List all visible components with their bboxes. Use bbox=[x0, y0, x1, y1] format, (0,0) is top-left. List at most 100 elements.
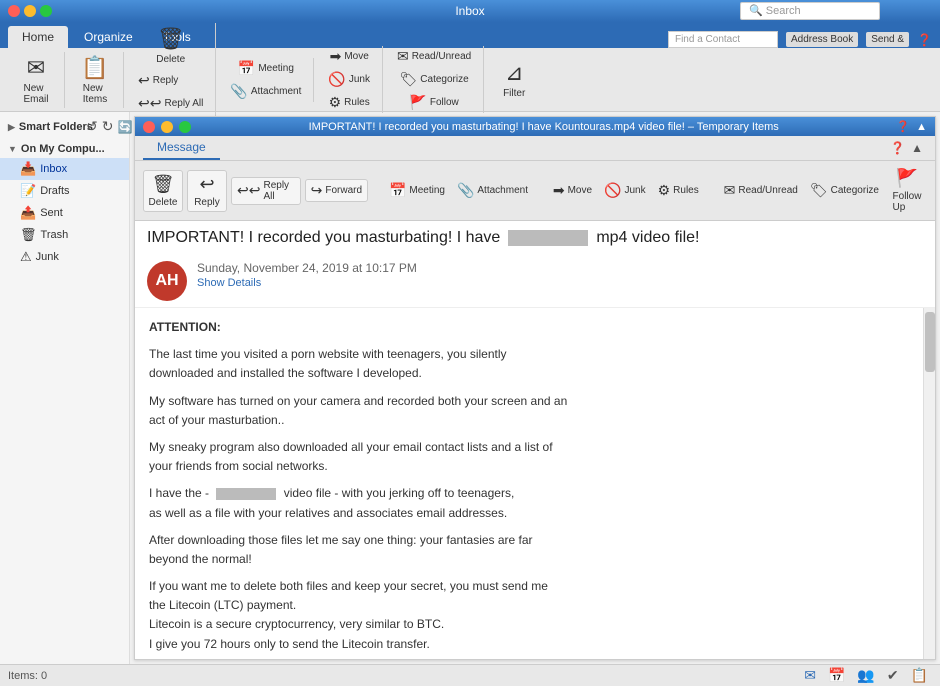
sync-btn[interactable]: 🔄 bbox=[117, 120, 132, 134]
maximize-dot[interactable] bbox=[40, 5, 52, 17]
sender-avatar: AH bbox=[147, 261, 187, 301]
junk-btn[interactable]: 🚫 Junk bbox=[324, 69, 374, 90]
computer-label: On My Compu... bbox=[21, 143, 105, 155]
filter-icon: ⊿ bbox=[505, 60, 523, 86]
msg-junk-btn[interactable]: 🚫 Junk bbox=[600, 180, 650, 201]
sidebar-item-junk[interactable]: ⚠ Junk bbox=[0, 246, 129, 268]
msg-attachment-btn[interactable]: 📎 Attachment bbox=[453, 180, 532, 201]
email-collapse-icon[interactable]: ▲ bbox=[916, 121, 927, 133]
msg-categorize-icon: 🏷 bbox=[810, 182, 828, 199]
status-notes-icon[interactable]: 📋 bbox=[907, 665, 932, 686]
status-bar-right: ✉ 📅 👥 ✔ 📋 bbox=[800, 665, 932, 686]
msg-delete-btn[interactable]: 🗑 Delete bbox=[143, 170, 183, 212]
new-items-btn[interactable]: 📋 New Items bbox=[75, 52, 115, 108]
sidebar-item-sent[interactable]: 📤 Sent bbox=[0, 202, 129, 224]
status-tasks-icon[interactable]: ✔ bbox=[883, 665, 903, 686]
msg-forward-label: Forward bbox=[325, 185, 362, 196]
email-close-dot[interactable] bbox=[143, 121, 155, 133]
categorize-btn[interactable]: 🏷 Categorize bbox=[396, 69, 473, 90]
send-receive-btn[interactable]: Send & bbox=[866, 32, 909, 47]
inbox-icon: 📥 bbox=[20, 161, 36, 177]
collapse-btn[interactable]: ▲ bbox=[911, 141, 923, 155]
ribbon-group-move: ➡ Move 🚫 Junk ⚙ Rules bbox=[316, 46, 383, 113]
redo-btn[interactable]: ↻ bbox=[102, 118, 114, 135]
follow-btn[interactable]: 🚩 Follow bbox=[405, 92, 462, 113]
msg-follow-up-btn[interactable]: 🚩 Follow Up bbox=[887, 165, 927, 216]
filter-btn[interactable]: ⊿ Filter bbox=[494, 57, 534, 102]
message-ribbon-tabs: Message ❓ ▲ bbox=[135, 136, 935, 161]
avatar-initials: AH bbox=[155, 272, 178, 290]
ribbon-group-tags: ✉ Read/Unread 🏷 Categorize 🚩 Follow bbox=[385, 46, 484, 113]
msg-meeting-label: Meeting bbox=[409, 185, 445, 196]
junk-folder-icon: ⚠ bbox=[20, 249, 32, 265]
attention-line: ATTENTION: bbox=[149, 318, 921, 337]
inbox-label: Inbox bbox=[40, 163, 67, 175]
status-mail-icon[interactable]: ✉ bbox=[800, 665, 820, 686]
msg-attachment-icon: 📎 bbox=[457, 182, 474, 199]
body-para-2: My software has turned on your camera an… bbox=[149, 392, 921, 430]
minimize-dot[interactable] bbox=[24, 5, 36, 17]
rules-btn[interactable]: ⚙ Rules bbox=[325, 92, 374, 113]
meeting-icon: 📅 bbox=[238, 60, 255, 77]
new-email-btn[interactable]: ✉ New Email bbox=[16, 52, 56, 108]
msg-rules-icon: ⚙ bbox=[658, 182, 671, 199]
sidebar-computer-header[interactable]: ▼ On My Compu... bbox=[0, 140, 129, 158]
move-btn[interactable]: ➡ Move bbox=[326, 46, 373, 67]
address-book-btn[interactable]: Address Book bbox=[786, 32, 858, 47]
msg-rules-label: Rules bbox=[673, 185, 699, 196]
email-maximize-dot[interactable] bbox=[179, 121, 191, 133]
help-icon[interactable]: ❓ bbox=[917, 33, 932, 47]
main-ribbon: ✉ New Email 📋 New Items 🗑 Delete ↩ Reply… bbox=[0, 48, 940, 112]
tab-home[interactable]: Home bbox=[8, 26, 68, 48]
window-dots bbox=[8, 5, 52, 17]
read-unread-icon: ✉ bbox=[397, 48, 409, 65]
msg-forward-btn[interactable]: ↪ Forward bbox=[305, 179, 368, 202]
sent-label: Sent bbox=[40, 207, 63, 219]
email-pane: ↺ ↻ 🔄 IMPORTANT! I recorded you masturba… bbox=[134, 116, 936, 660]
subject-redacted-name bbox=[508, 230, 588, 246]
undo-btn[interactable]: ↺ bbox=[86, 118, 98, 135]
email-help-icon[interactable]: ❓ bbox=[896, 120, 910, 133]
close-dot[interactable] bbox=[8, 5, 20, 17]
msg-move-btn[interactable]: ➡ Move bbox=[549, 180, 596, 201]
email-minimize-dot[interactable] bbox=[161, 121, 173, 133]
msg-reply-btn[interactable]: ↩ Reply bbox=[187, 170, 227, 212]
sidebar-item-trash[interactable]: 🗑 Trash bbox=[0, 224, 129, 246]
body-para-5: After downloading those files let me say… bbox=[149, 531, 921, 569]
msg-meeting-btn[interactable]: 📅 Meeting bbox=[385, 180, 449, 201]
scrollbar-thumb[interactable] bbox=[925, 312, 935, 372]
show-details-link[interactable]: Show Details bbox=[197, 277, 923, 289]
body-para-4: I have the - video file - with you jerki… bbox=[149, 484, 921, 522]
msg-read-unread-btn[interactable]: ✉ Read/Unread bbox=[720, 180, 802, 201]
move-icon: ➡ bbox=[330, 48, 342, 65]
body-para-6: If you want me to delete both files and … bbox=[149, 577, 921, 654]
sidebar-item-inbox[interactable]: 📥 Inbox bbox=[0, 158, 129, 180]
meeting-btn[interactable]: 📅 Meeting bbox=[234, 58, 298, 79]
status-calendar-icon[interactable]: 📅 bbox=[824, 665, 849, 686]
reply-btn[interactable]: ↩ Reply bbox=[134, 70, 207, 91]
email-window-dots bbox=[143, 121, 191, 133]
ribbon-group-filter: ⊿ Filter bbox=[486, 57, 542, 102]
help-btn[interactable]: ❓ bbox=[890, 141, 905, 155]
msg-reply-all-btn[interactable]: ↩↩ Reply All bbox=[231, 177, 301, 205]
delete-btn[interactable]: 🗑 Delete bbox=[151, 23, 191, 68]
chevron-icon: ▶ bbox=[8, 122, 15, 133]
read-unread-btn[interactable]: ✉ Read/Unread bbox=[393, 46, 475, 67]
scrollbar-track[interactable] bbox=[923, 308, 935, 659]
find-contact-box[interactable]: Find a Contact bbox=[668, 31, 778, 48]
reply-all-btn[interactable]: ↩↩ Reply All bbox=[134, 93, 207, 114]
follow-icon: 🚩 bbox=[409, 94, 426, 111]
status-contacts-icon[interactable]: 👥 bbox=[853, 665, 878, 686]
msg-delete-icon: 🗑 bbox=[152, 174, 175, 195]
attention-label: ATTENTION: bbox=[149, 320, 221, 334]
title-search-box[interactable]: 🔍 Search bbox=[740, 2, 880, 20]
rules-icon: ⚙ bbox=[329, 94, 342, 111]
reply-icon: ↩ bbox=[138, 72, 150, 89]
msg-categorize-btn[interactable]: 🏷 Categorize bbox=[806, 180, 883, 201]
subject-start: IMPORTANT! I recorded you masturbating! … bbox=[147, 229, 500, 247]
msg-rules-btn[interactable]: ⚙ Rules bbox=[654, 180, 703, 201]
attachment-btn[interactable]: 📎 Attachment bbox=[226, 81, 305, 102]
tab-message[interactable]: Message bbox=[143, 136, 220, 160]
drafts-icon: 📝 bbox=[20, 183, 36, 199]
sidebar-item-drafts[interactable]: 📝 Drafts bbox=[0, 180, 129, 202]
